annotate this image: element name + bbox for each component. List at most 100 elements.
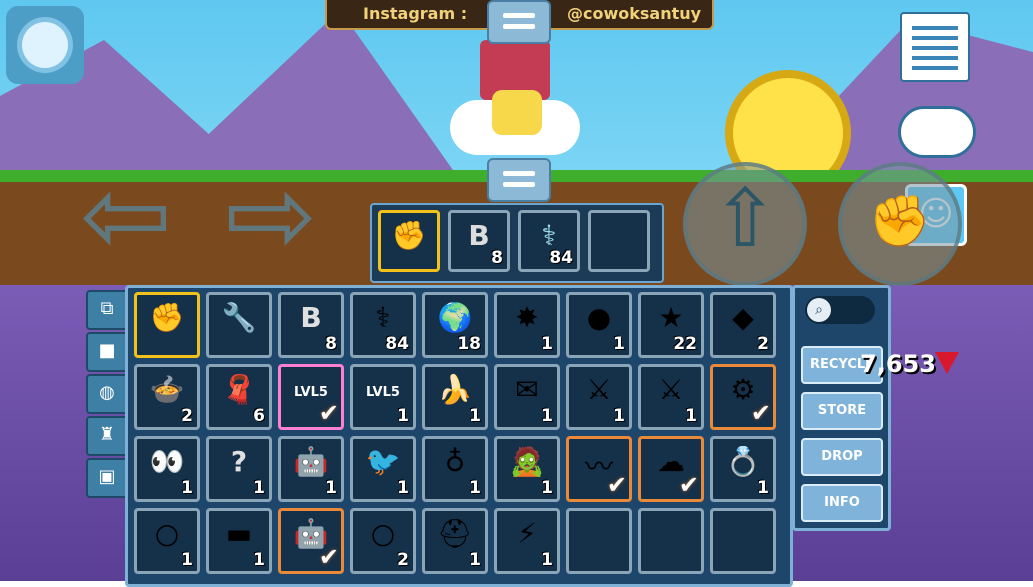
- inventory-slot[interactable]: 🌍 18: [422, 292, 488, 358]
- paper-note-icon: ✉: [515, 373, 539, 406]
- cauldron-icon: 🍲: [149, 373, 185, 406]
- slot-quantity: 1: [397, 478, 409, 498]
- up-arrow-icon: ⇧: [711, 172, 779, 265]
- slot-quantity: 84: [549, 248, 573, 268]
- player-character: [450, 30, 580, 160]
- list-icon[interactable]: [900, 12, 970, 82]
- inventory-slot[interactable]: 🐦 1: [350, 436, 416, 502]
- purple-ring-icon: ○: [154, 517, 180, 550]
- inventory-slot[interactable]: 🧣 6: [206, 364, 272, 430]
- hotbar-slot[interactable]: ⚕ 84: [518, 210, 580, 272]
- slot-quantity: 2: [757, 334, 769, 354]
- inventory-slot[interactable]: LVL5 1: [350, 364, 416, 430]
- inventory-slot[interactable]: ⚔ 1: [638, 364, 704, 430]
- green-planet-icon: 🌍: [437, 301, 473, 334]
- dark-sword-icon: ⚔: [658, 373, 684, 406]
- eyes-icon: 👀: [149, 445, 185, 478]
- fist-icon: ✊: [391, 219, 427, 252]
- inventory-slot-empty[interactable]: [638, 508, 704, 574]
- inventory-slot[interactable]: ☁ ✔: [638, 436, 704, 502]
- hotbar-slot-empty[interactable]: [588, 210, 650, 272]
- chat-bubble-icon[interactable]: [898, 106, 976, 158]
- inventory-slot[interactable]: ✸ 1: [494, 292, 560, 358]
- slot-quantity: 1: [469, 478, 481, 498]
- inventory-slot[interactable]: ▬ 1: [206, 508, 272, 574]
- inventory-slot[interactable]: 🧟 1: [494, 436, 560, 502]
- inventory-slot[interactable]: ★ 22: [638, 292, 704, 358]
- slot-quantity: 1: [469, 406, 481, 426]
- inventory-slot[interactable]: 👀 1: [134, 436, 200, 502]
- inventory-slot[interactable]: 🤖 1: [278, 436, 344, 502]
- inventory-slot[interactable]: ? 1: [206, 436, 272, 502]
- inventory-slot[interactable]: ⛑ 1: [422, 508, 488, 574]
- inventory-slot[interactable]: ✊: [134, 292, 200, 358]
- ring-icon: 💍: [725, 445, 761, 478]
- consumables-tab[interactable]: ▣: [86, 458, 128, 498]
- slot-quantity: 22: [673, 334, 697, 354]
- jump-button[interactable]: ⇧: [683, 162, 807, 286]
- inventory-slot[interactable]: 💍 1: [710, 436, 776, 502]
- drop-button[interactable]: DROP: [801, 438, 883, 476]
- banner-left-text: Instagram :: [363, 4, 468, 23]
- top-menu-button[interactable]: [487, 0, 551, 44]
- clothing-tab[interactable]: ♜: [86, 416, 128, 456]
- inventory-slot[interactable]: ⚕ 84: [350, 292, 416, 358]
- move-right-arrow-icon[interactable]: ⇨: [225, 160, 317, 270]
- inventory-slot[interactable]: ○ 2: [350, 508, 416, 574]
- inventory-slot[interactable]: 🍲 2: [134, 364, 200, 430]
- inventory-slot[interactable]: 🤖 ✔: [278, 508, 344, 574]
- gem-icon: [935, 352, 959, 374]
- slot-quantity: 84: [385, 334, 409, 354]
- equipped-check-icon: ✔: [318, 543, 339, 571]
- hotbar: ✊ B 8 ⚕ 84: [370, 203, 664, 283]
- inventory-slot[interactable]: ⚡ 1: [494, 508, 560, 574]
- inventory-slot[interactable]: 🔧: [206, 292, 272, 358]
- inventory-slot[interactable]: ○ 1: [134, 508, 200, 574]
- inventory-slot[interactable]: ⚙ ✔: [710, 364, 776, 430]
- inventory-slot[interactable]: 🍌 1: [422, 364, 488, 430]
- inventory-slot[interactable]: ◆ 2: [710, 292, 776, 358]
- all-items-tab[interactable]: ⧉: [86, 290, 128, 330]
- pause-icon[interactable]: [6, 6, 84, 84]
- slot-quantity: 18: [457, 334, 481, 354]
- inventory-actions-panel: ⌕ RECYCLE STORE DROP INFO: [792, 285, 891, 531]
- gem-count: 7,653: [860, 350, 936, 378]
- inventory-slot[interactable]: ⚔ 1: [566, 364, 632, 430]
- move-left-arrow-icon[interactable]: ⇦: [80, 160, 172, 270]
- purple-crystal-icon: ◆: [732, 301, 754, 334]
- slot-quantity: 1: [541, 550, 553, 570]
- info-button[interactable]: INFO: [801, 484, 883, 522]
- blocks-tab[interactable]: ■: [86, 332, 128, 372]
- slot-quantity: 1: [613, 334, 625, 354]
- orange-cloth-icon: 🧣: [221, 373, 257, 406]
- inventory-slot[interactable]: LVL5 ✔: [278, 364, 344, 430]
- inventory-slot-empty[interactable]: [566, 508, 632, 574]
- seeds-tab[interactable]: ◍: [86, 374, 128, 414]
- search-toggle[interactable]: ⌕: [805, 296, 875, 324]
- inventory-slot[interactable]: B8: [278, 292, 344, 358]
- inventory-toggle-button[interactable]: [487, 158, 551, 202]
- lvl5-rocket-icon: LVL5: [366, 385, 400, 400]
- hardhat-icon: ⛑: [437, 517, 473, 550]
- inventory-slot[interactable]: ♁ 1: [422, 436, 488, 502]
- search-icon: ⌕: [807, 298, 831, 322]
- equipped-check-icon: ✔: [318, 399, 339, 427]
- hotbar-slot[interactable]: ✊: [378, 210, 440, 272]
- caduceus-icon: ⚕: [375, 301, 391, 334]
- inventory-slot[interactable]: 〰 ✔: [566, 436, 632, 502]
- inventory-slot[interactable]: ● 1: [566, 292, 632, 358]
- equipped-check-icon: ✔: [678, 471, 699, 499]
- inventory-slot[interactable]: ✉ 1: [494, 364, 560, 430]
- blueprint-b-icon: B: [300, 301, 322, 334]
- slot-quantity: 1: [181, 550, 193, 570]
- gold-orb-icon: ●: [586, 301, 612, 334]
- inventory-panel: ✊ 🔧 B 8 ⚕ 84 🌍 18 ✸ 1 ● 1 ★ 22 ◆ 2 🍲 2 🧣 6 LVL5 ✔ LVL5 1 🍌 1 ✉ 1 ⚔ 1 ⚔…: [125, 285, 793, 587]
- slot-quantity: 1: [613, 406, 625, 426]
- punch-button[interactable]: ✊: [838, 162, 962, 286]
- hotbar-slot[interactable]: B 8: [448, 210, 510, 272]
- robot-head-icon: 🤖: [293, 445, 329, 478]
- inventory-slot-empty[interactable]: [710, 508, 776, 574]
- store-button[interactable]: STORE: [801, 392, 883, 430]
- slot-quantity: 1: [541, 406, 553, 426]
- character-face: [492, 90, 542, 135]
